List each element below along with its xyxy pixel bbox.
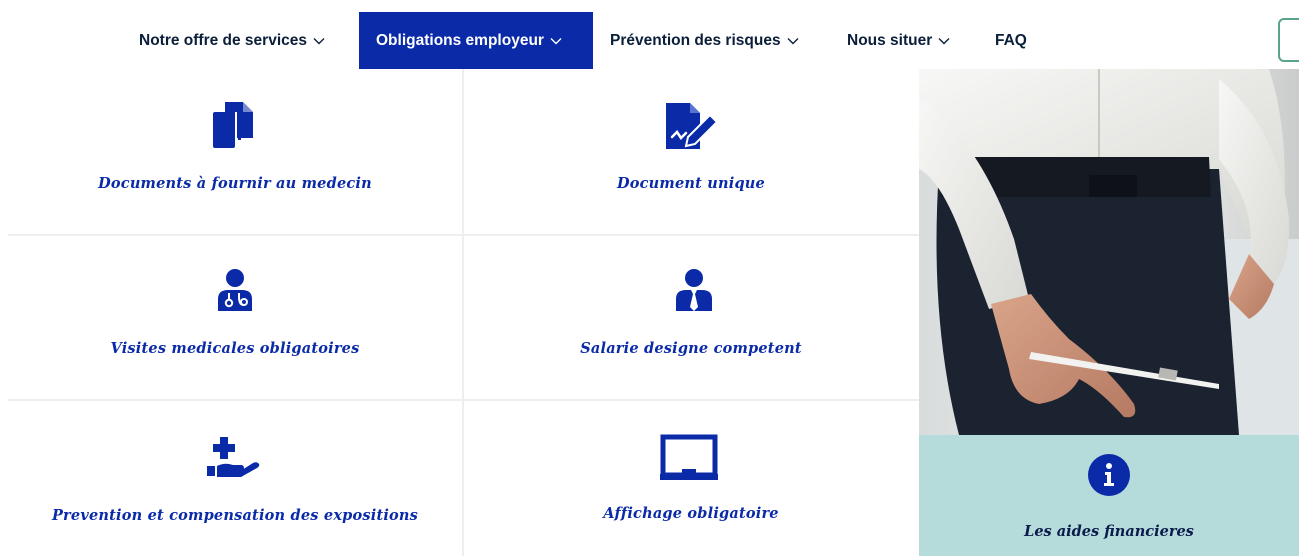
nav-item-label: Notre offre de services: [139, 31, 307, 49]
chevron-down-icon: [938, 37, 950, 44]
nav-item-prevention[interactable]: Prévention des risques: [610, 12, 799, 69]
chevron-down-icon: [313, 37, 325, 44]
doctor-icon: [218, 269, 252, 311]
employee-tie-icon: [676, 269, 712, 311]
nav-item-label: Prévention des risques: [610, 31, 781, 49]
tile-label: Documents à fournir au medecin: [98, 175, 372, 192]
tile-label: Document unique: [617, 175, 765, 192]
nav-item-label: Nous situer: [847, 31, 933, 49]
document-signature-icon: [666, 103, 719, 149]
chevron-down-icon: [550, 37, 562, 44]
tile-affichage-obligatoire[interactable]: Affichage obligatoire: [464, 401, 918, 556]
grid-divider: [8, 234, 919, 236]
nav-item-location[interactable]: Nous situer: [847, 12, 950, 69]
hand-medical-icon: [207, 437, 260, 477]
tile-label: Prevention et compensation des expositio…: [51, 507, 419, 524]
tile-salarie-designe[interactable]: Salarie designe competent: [464, 236, 918, 399]
copy-documents-icon: [213, 102, 253, 148]
tile-label: Salarie designe competent: [580, 340, 802, 357]
tile-document-unique[interactable]: Document unique: [464, 69, 918, 234]
tile-prevention-expositions[interactable]: Prevention et compensation des expositio…: [8, 401, 462, 556]
aides-financieres-label: Les aides financieres: [1024, 523, 1194, 540]
tile-label: Visites medicales obligatoires: [110, 340, 360, 357]
header-cta-button[interactable]: [1278, 18, 1299, 62]
obligations-menu-grid: Documents à fournir au medecin Document …: [8, 69, 919, 556]
chevron-down-icon: [787, 37, 799, 44]
tile-label: Affichage obligatoire: [603, 505, 779, 522]
nav-item-obligations[interactable]: Obligations employeur: [359, 12, 593, 69]
display-board-icon: [660, 434, 718, 480]
nav-item-label: Obligations employeur: [376, 31, 544, 49]
nav-item-services[interactable]: Notre offre de services: [139, 12, 325, 69]
nav-item-faq[interactable]: FAQ: [995, 12, 1027, 69]
businessman-photo: [919, 69, 1299, 435]
info-circle-icon: [1088, 454, 1130, 496]
aides-financieres-card[interactable]: Les aides financieres: [919, 435, 1299, 556]
grid-divider: [462, 69, 464, 556]
grid-divider: [8, 399, 919, 401]
nav-item-label: FAQ: [995, 31, 1027, 49]
tile-visites-medicales[interactable]: Visites medicales obligatoires: [8, 236, 462, 399]
main-navigation: Notre offre de services Obligations empl…: [0, 0, 1299, 69]
tile-documents-medecin[interactable]: Documents à fournir au medecin: [8, 69, 462, 234]
